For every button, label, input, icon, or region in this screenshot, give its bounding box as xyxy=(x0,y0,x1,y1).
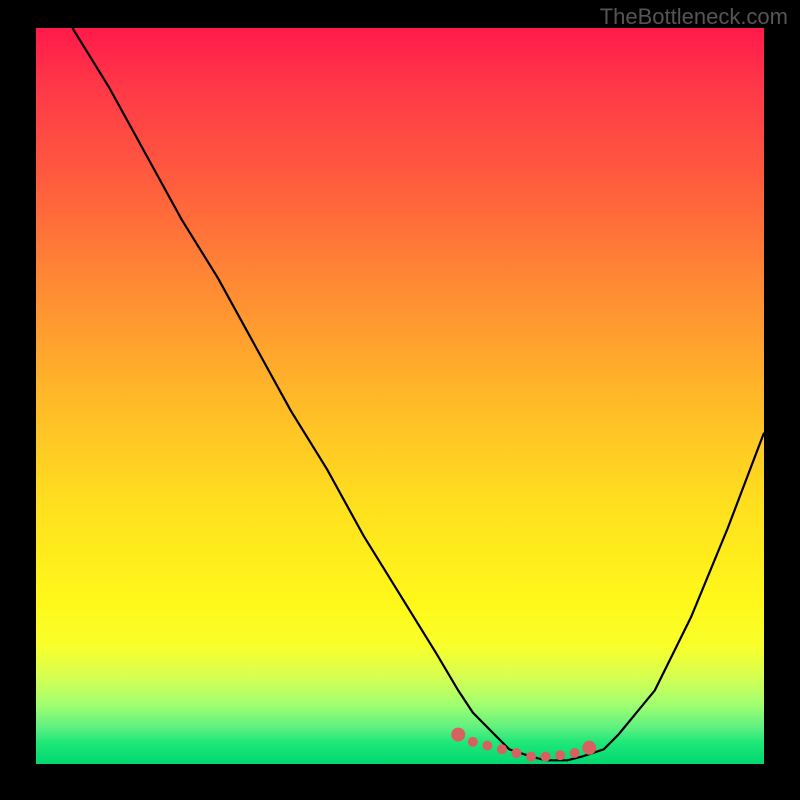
marker-point xyxy=(497,744,507,754)
marker-point xyxy=(582,741,596,755)
marker-point xyxy=(468,737,478,747)
curve-path xyxy=(72,28,764,760)
plot-area xyxy=(36,28,764,764)
marker-point xyxy=(570,748,580,758)
marker-point xyxy=(541,752,551,762)
marker-point xyxy=(526,752,536,762)
marker-point xyxy=(451,728,465,742)
marker-point xyxy=(482,741,492,751)
watermark-text: TheBottleneck.com xyxy=(600,4,788,30)
chart-svg xyxy=(36,28,764,764)
marker-point xyxy=(555,750,565,760)
marker-point xyxy=(512,748,522,758)
marker-group xyxy=(451,728,596,762)
